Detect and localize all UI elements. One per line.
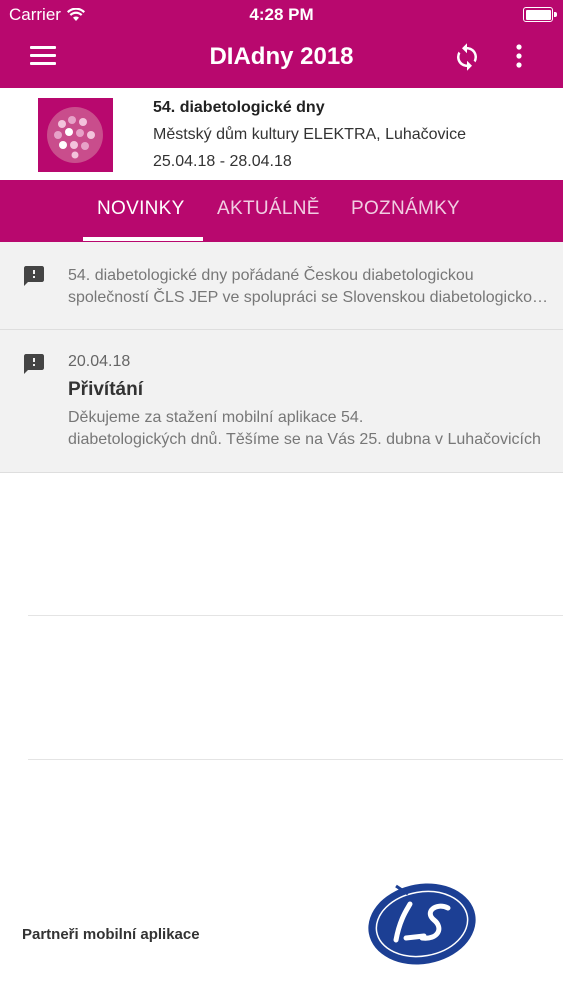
tab-bar: NOVINKY AKTUÁLNĚ POZNÁMKY	[0, 180, 563, 242]
partners-label: Partneři mobilní aplikace	[22, 926, 200, 943]
news-item[interactable]: 20.04.18 Přivítání Děkujeme za stažení m…	[0, 330, 563, 473]
app-bar: DIAdny 2018	[0, 30, 563, 88]
news-item[interactable]: 54. diabetologické dny pořádané Českou d…	[0, 242, 563, 330]
clock: 4:28 PM	[249, 5, 314, 24]
battery-icon	[523, 7, 557, 22]
tab-novinky[interactable]: NOVINKY	[97, 198, 185, 220]
news-text: 54. diabetologické dny pořádané Českou d…	[68, 267, 548, 306]
event-header: 54. diabetologické dny Městský dům kultu…	[0, 88, 563, 180]
news-list: 54. diabetologické dny pořádané Českou d…	[0, 242, 563, 473]
partner-logo[interactable]	[366, 878, 478, 966]
tab-aktualne[interactable]: AKTUÁLNĚ	[217, 198, 320, 220]
tab-poznamky[interactable]: POZNÁMKY	[351, 198, 460, 220]
sync-icon[interactable]	[452, 42, 482, 72]
event-dates: 25.04.18 - 28.04.18	[153, 153, 292, 170]
news-title: Přivítání	[68, 379, 143, 400]
feedback-icon	[24, 266, 44, 286]
divider	[28, 759, 563, 760]
more-vertical-icon[interactable]	[508, 42, 530, 72]
news-date: 20.04.18	[68, 353, 131, 370]
event-logo	[38, 98, 113, 172]
status-bar: Carrier 4:28 PM	[0, 0, 563, 30]
feedback-icon	[24, 354, 44, 374]
divider	[28, 615, 563, 616]
tab-indicator	[83, 237, 203, 241]
event-name: 54. diabetologické dny	[153, 99, 325, 116]
event-venue: Městský dům kultury ELEKTRA, Luhačovice	[153, 126, 467, 143]
news-text: Děkujeme za stažení mobilní aplikace 54.…	[68, 409, 541, 448]
